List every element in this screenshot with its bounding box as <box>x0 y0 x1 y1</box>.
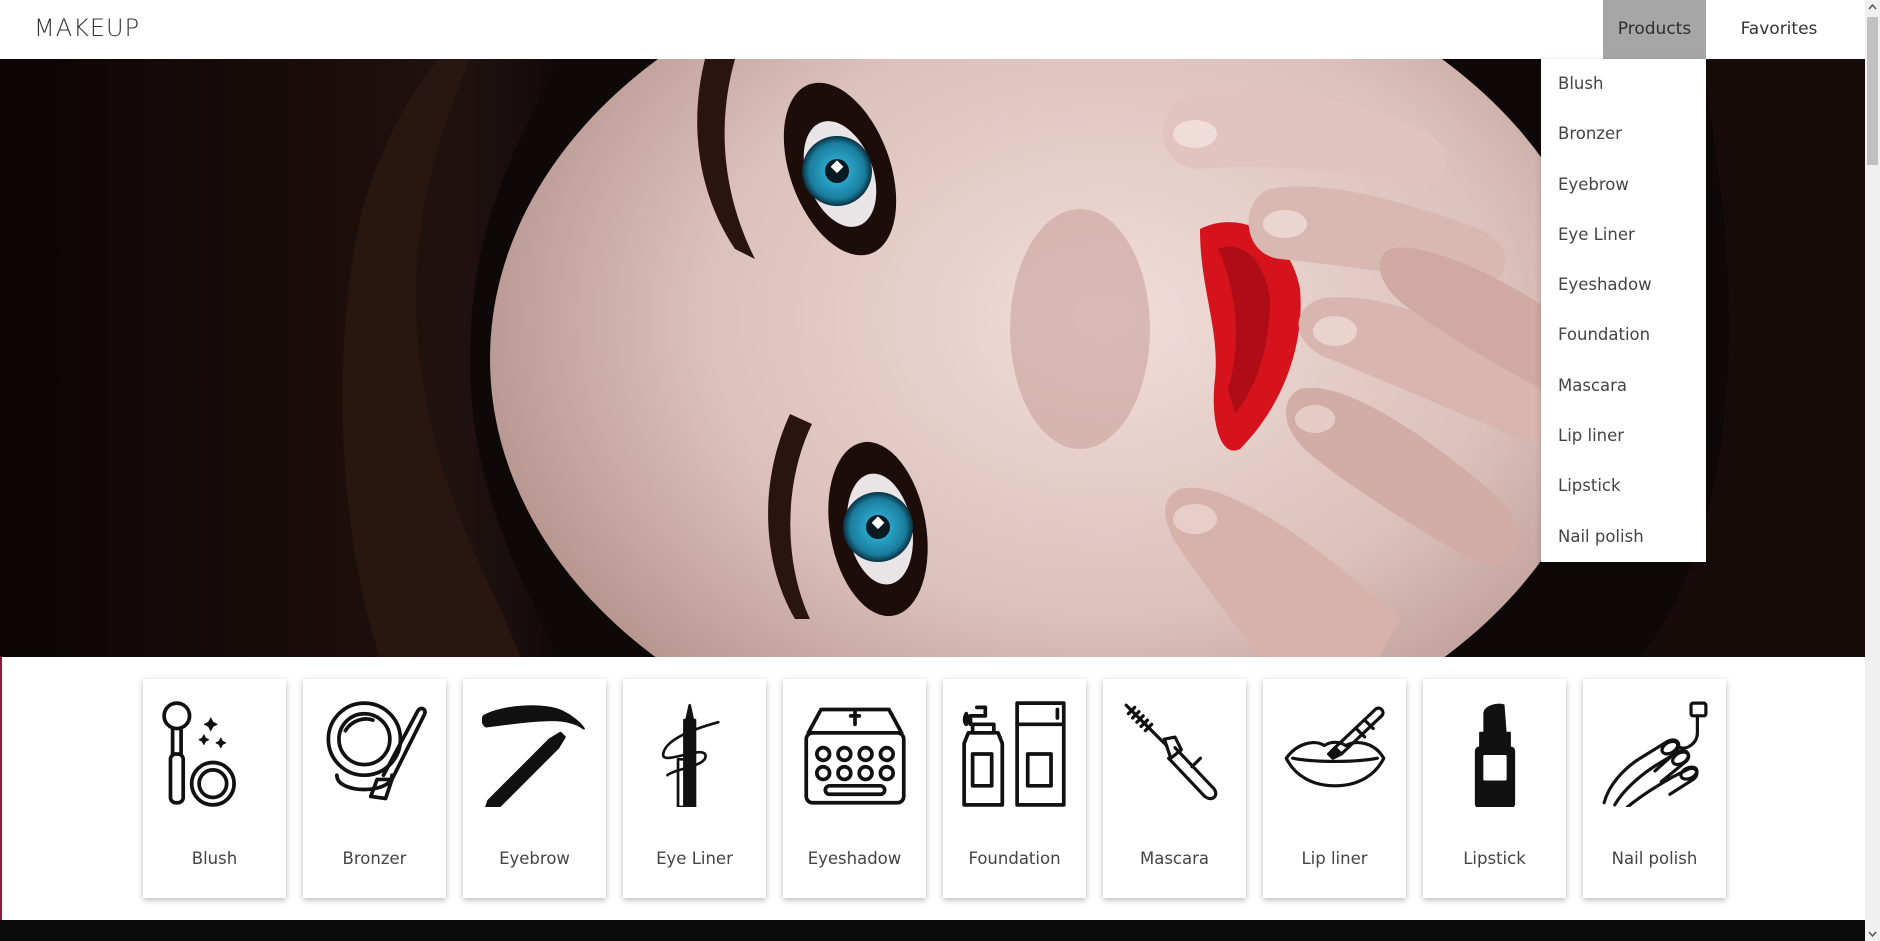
products-dropdown-menu: Blush Bronzer Eyebrow Eye Liner Eyeshado… <box>1541 59 1706 562</box>
lip-liner-icon <box>1284 706 1386 788</box>
category-label: Nail polish <box>1611 849 1698 868</box>
category-label: Lipstick <box>1463 849 1526 868</box>
dropdown-item-eyeshadow[interactable]: Eyeshadow <box>1541 260 1706 310</box>
category-card-eye-liner[interactable]: Eye Liner <box>623 679 766 898</box>
brand-logo[interactable]: MAKEUP <box>34 14 140 42</box>
dropdown-item-lip-liner[interactable]: Lip liner <box>1541 411 1706 461</box>
category-card-eyebrow[interactable]: Eyebrow <box>463 679 606 898</box>
dropdown-item-eye-liner[interactable]: Eye Liner <box>1541 210 1706 260</box>
nav-favorites[interactable]: Favorites <box>1724 0 1834 59</box>
dropdown-item-blush[interactable]: Blush <box>1541 59 1706 109</box>
dropdown-item-nail-polish[interactable]: Nail polish <box>1541 512 1706 562</box>
category-label: Mascara <box>1139 849 1210 868</box>
nail-polish-icon <box>1602 701 1708 807</box>
footer <box>0 920 1865 941</box>
category-card-blush[interactable]: Blush <box>143 679 286 898</box>
top-navbar: MAKEUP Products Favorites <box>0 0 1865 59</box>
category-label: Blush <box>191 849 238 868</box>
category-card-bronzer[interactable]: Bronzer <box>303 679 446 898</box>
dropdown-item-lipstick[interactable]: Lipstick <box>1541 461 1706 511</box>
scrollbar-thumb[interactable] <box>1867 17 1878 165</box>
eyebrow-pencil-icon <box>482 705 585 807</box>
scroll-up-arrow-icon[interactable] <box>1865 0 1880 15</box>
eye-liner-icon <box>661 703 720 807</box>
page: MAKEUP Products Favorites Blush Bronzer … <box>0 0 1865 941</box>
dropdown-item-foundation[interactable]: Foundation <box>1541 310 1706 360</box>
dropdown-item-bronzer[interactable]: Bronzer <box>1541 109 1706 159</box>
category-card-eyeshadow[interactable]: Eyeshadow <box>783 679 926 898</box>
eyeshadow-palette-icon <box>804 707 906 805</box>
scroll-down-arrow-icon[interactable] <box>1865 926 1880 941</box>
lipstick-icon <box>1474 703 1516 807</box>
category-cards: Blush Bronzer Eyebrow Eye Liner Eyeshado… <box>143 679 1726 899</box>
category-label: Eye Liner <box>656 849 733 868</box>
category-card-lip-liner[interactable]: Lip liner <box>1263 679 1406 898</box>
category-card-lipstick[interactable]: Lipstick <box>1423 679 1566 898</box>
mascara-wand-icon <box>1124 703 1218 801</box>
nav-products[interactable]: Products <box>1603 0 1706 59</box>
category-label: Lip liner <box>1301 849 1368 868</box>
category-label: Eyeshadow <box>807 849 902 868</box>
category-card-nail-polish[interactable]: Nail polish <box>1583 679 1726 898</box>
category-card-mascara[interactable]: Mascara <box>1103 679 1246 898</box>
blush-brush-icon <box>162 701 236 807</box>
vertical-scrollbar[interactable] <box>1865 0 1880 941</box>
category-card-foundation[interactable]: Foundation <box>943 679 1086 898</box>
bronzer-compact-icon <box>326 701 427 801</box>
category-label: Eyebrow <box>499 849 570 868</box>
dropdown-item-eyebrow[interactable]: Eyebrow <box>1541 160 1706 210</box>
category-label: Foundation <box>968 849 1061 868</box>
dropdown-item-mascara[interactable]: Mascara <box>1541 361 1706 411</box>
foundation-bottle-icon <box>962 701 1066 807</box>
category-label: Bronzer <box>342 849 407 868</box>
